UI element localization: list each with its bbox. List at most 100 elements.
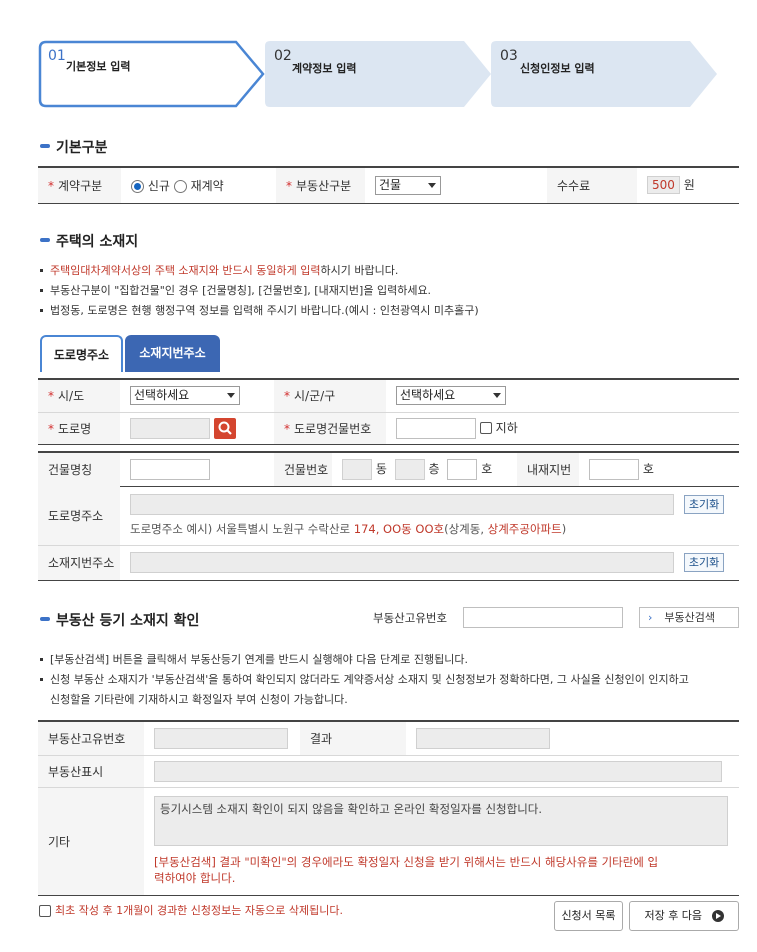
fee-header: 수수료 bbox=[547, 167, 637, 204]
inner-lot-input[interactable] bbox=[589, 458, 639, 480]
reg-result-header: 결과 bbox=[300, 721, 406, 756]
step-3: 03 신청인정보 입력 bbox=[490, 40, 718, 108]
property-type-cell: 건물 bbox=[365, 167, 547, 204]
road-name-input[interactable] bbox=[130, 417, 210, 439]
floor-unit: 층 bbox=[428, 461, 440, 476]
address-result-table: 도로명주소 초기화 도로명주소 예시) 서울특별시 노원구 수락산로 174, … bbox=[38, 486, 739, 581]
chevron-down-icon bbox=[428, 182, 436, 188]
floor-input[interactable] bbox=[394, 458, 425, 480]
search-icon[interactable] bbox=[213, 417, 236, 439]
etc-warning: [부동산검색] 결과 "미확인"의 경우에라도 확정일자 신청을 받기 위해서는… bbox=[154, 855, 659, 885]
tab-lot-address[interactable]: 소재지번주소 bbox=[125, 335, 220, 372]
location-note-2: 부동산구분이 "집합건물"인 경우 [건물명칭], [건물번호], [내재지번]… bbox=[40, 282, 431, 298]
section-bar-icon bbox=[40, 144, 50, 148]
chevron-right-icon: › bbox=[648, 611, 653, 624]
location-note-1: 주택임대차계약서상의 주택 소재지와 반드시 동일하게 입력하시기 바랍니다. bbox=[40, 262, 398, 278]
road-addr-header: 도로명주소 bbox=[38, 486, 120, 546]
contract-type-cell: 신규 재계약 bbox=[121, 167, 276, 204]
chevron-down-icon bbox=[493, 393, 501, 399]
lot-addr-input[interactable] bbox=[130, 552, 674, 573]
reg-display-cell bbox=[144, 755, 739, 788]
bldg-no-cell: 동 층 호 bbox=[332, 452, 517, 487]
inner-ho-unit: 호 bbox=[642, 461, 654, 476]
road-name-header: * 도로명 bbox=[38, 412, 120, 445]
contract-new-radio[interactable] bbox=[131, 179, 144, 193]
registry-note-3: 신청할을 기타란에 기재하시고 확정일자 부여 신청이 가능합니다. bbox=[50, 693, 348, 706]
road-addr-reset-button[interactable]: 초기화 bbox=[683, 495, 725, 515]
step-2: 02 계약정보 입력 bbox=[264, 40, 492, 108]
reg-unique-no-value bbox=[154, 727, 288, 749]
reg-etc-header: 기타 bbox=[38, 787, 144, 896]
road-addr-input[interactable] bbox=[130, 494, 674, 516]
reg-unique-no-cell bbox=[144, 721, 300, 756]
application-list-button[interactable]: 신청서 목록 bbox=[554, 901, 623, 931]
sido-select[interactable]: 선택하세요 bbox=[130, 386, 240, 406]
road-name-cell bbox=[120, 412, 274, 445]
reg-display-header: 부동산표시 bbox=[38, 755, 144, 788]
contract-new-label: 신규 bbox=[147, 178, 170, 193]
reg-result-value bbox=[416, 727, 550, 749]
bldg-name-input[interactable] bbox=[130, 458, 210, 480]
progress-steps: 01 기본정보 입력 02 계약정보 입력 03 신청인정보 입력 bbox=[38, 40, 728, 108]
tab-road-address[interactable]: 도로명주소 bbox=[40, 335, 123, 372]
road-address-table: * 시/도 선택하세요 * 시/군/구 선택하세요 * 도로명 * 도로명건물번호 지하 bbox=[38, 378, 739, 445]
property-type-header: * 부동산구분 bbox=[276, 167, 365, 204]
basement-checkbox[interactable] bbox=[479, 422, 492, 434]
registry-note-2: 신청 부동산 소재지가 '부동산검색'을 통하여 확인되지 않더라도 계약증서상… bbox=[40, 671, 689, 687]
section-bar-icon bbox=[40, 617, 50, 621]
contract-type-header: * 계약구분 bbox=[38, 167, 121, 204]
road-addr-cell: 초기화 도로명주소 예시) 서울특별시 노원구 수락산로 174, OO동 OO… bbox=[120, 486, 739, 546]
save-next-button[interactable]: 저장 후 다음 bbox=[629, 901, 739, 931]
step-1-label: 기본정보 입력 bbox=[66, 60, 131, 73]
registry-unique-no-input[interactable] bbox=[463, 607, 623, 628]
contract-renew-radio[interactable] bbox=[173, 179, 187, 193]
step-1: 01 기본정보 입력 bbox=[38, 40, 266, 108]
lot-addr-cell: 초기화 bbox=[120, 545, 739, 581]
inner-lot-header: 내재지번 bbox=[517, 452, 579, 487]
road-bldg-no-header: * 도로명건물번호 bbox=[274, 412, 386, 445]
basic-section-title: 기본구분 bbox=[40, 137, 108, 157]
lot-addr-reset-button[interactable]: 초기화 bbox=[683, 553, 725, 572]
road-bldg-no-input[interactable] bbox=[396, 417, 476, 439]
basement-label: 지하 bbox=[495, 420, 518, 435]
registry-section-title: 부동산 등기 소재지 확인 bbox=[40, 610, 199, 630]
lot-addr-header: 소재지번주소 bbox=[38, 545, 120, 581]
step-1-number: 01 bbox=[48, 48, 66, 64]
sido-cell: 선택하세요 bbox=[120, 379, 274, 413]
sido-header: * 시/도 bbox=[38, 379, 120, 413]
step-3-number: 03 bbox=[500, 48, 518, 64]
reg-result-cell bbox=[406, 721, 739, 756]
road-addr-example: 도로명주소 예시) 서울특별시 노원구 수락산로 174, OO동 OO호(상계… bbox=[130, 522, 567, 537]
registry-note-1: [부동산검색] 버튼을 클릭해서 부동산등기 연계를 반드시 실행해야 다음 단… bbox=[40, 651, 468, 667]
sigungu-select[interactable]: 선택하세요 bbox=[396, 386, 506, 406]
step-1-shape bbox=[38, 40, 265, 108]
bldg-name-header: 건물명칭 bbox=[38, 452, 120, 487]
location-section-title: 주택의 소재지 bbox=[40, 231, 138, 251]
dong-input[interactable] bbox=[342, 458, 372, 480]
step-2-number: 02 bbox=[274, 48, 292, 64]
ho-input[interactable] bbox=[447, 458, 478, 480]
reg-unique-no-header: 부동산고유번호 bbox=[38, 721, 144, 756]
registry-unique-no-label: 부동산고유번호 bbox=[373, 611, 448, 625]
step-3-label: 신청인정보 입력 bbox=[520, 62, 595, 75]
auto-delete-notice: 최초 작성 후 1개월이 경과한 신청정보는 자동으로 삭제됩니다. bbox=[39, 902, 343, 918]
location-note-3: 법정동, 도로명은 현행 행정구역 정보를 입력해 주시기 바랍니다.(예시 :… bbox=[40, 302, 479, 318]
building-detail-table: 건물명칭 건물번호 동 층 호 내재지번 호 bbox=[38, 451, 739, 487]
ho-unit: 호 bbox=[481, 461, 493, 476]
auto-delete-checkbox[interactable] bbox=[39, 905, 51, 917]
etc-textarea[interactable]: 등기시스템 소재지 확인이 되지 않음을 확인하고 온라인 확정일자를 신청합니… bbox=[154, 796, 728, 846]
arrow-right-circle-icon bbox=[711, 910, 724, 922]
fee-cell: 500 원 bbox=[637, 167, 739, 204]
chevron-down-icon bbox=[227, 393, 235, 399]
road-bldg-no-cell: 지하 bbox=[386, 412, 739, 445]
bldg-no-header: 건물번호 bbox=[274, 452, 332, 487]
bldg-name-cell bbox=[120, 452, 274, 487]
contract-renew-label: 재계약 bbox=[190, 178, 224, 193]
basic-table: * 계약구분 신규 재계약 * 부동산구분 건물 수수료 500 원 bbox=[38, 166, 739, 204]
property-search-button[interactable]: › 부동산검색 bbox=[639, 607, 739, 628]
sigungu-cell: 선택하세요 bbox=[386, 379, 739, 413]
property-type-select[interactable]: 건물 bbox=[375, 175, 441, 195]
reg-display-value bbox=[154, 760, 722, 782]
section-bar-icon bbox=[40, 238, 50, 242]
fee-unit: 원 bbox=[683, 178, 695, 193]
